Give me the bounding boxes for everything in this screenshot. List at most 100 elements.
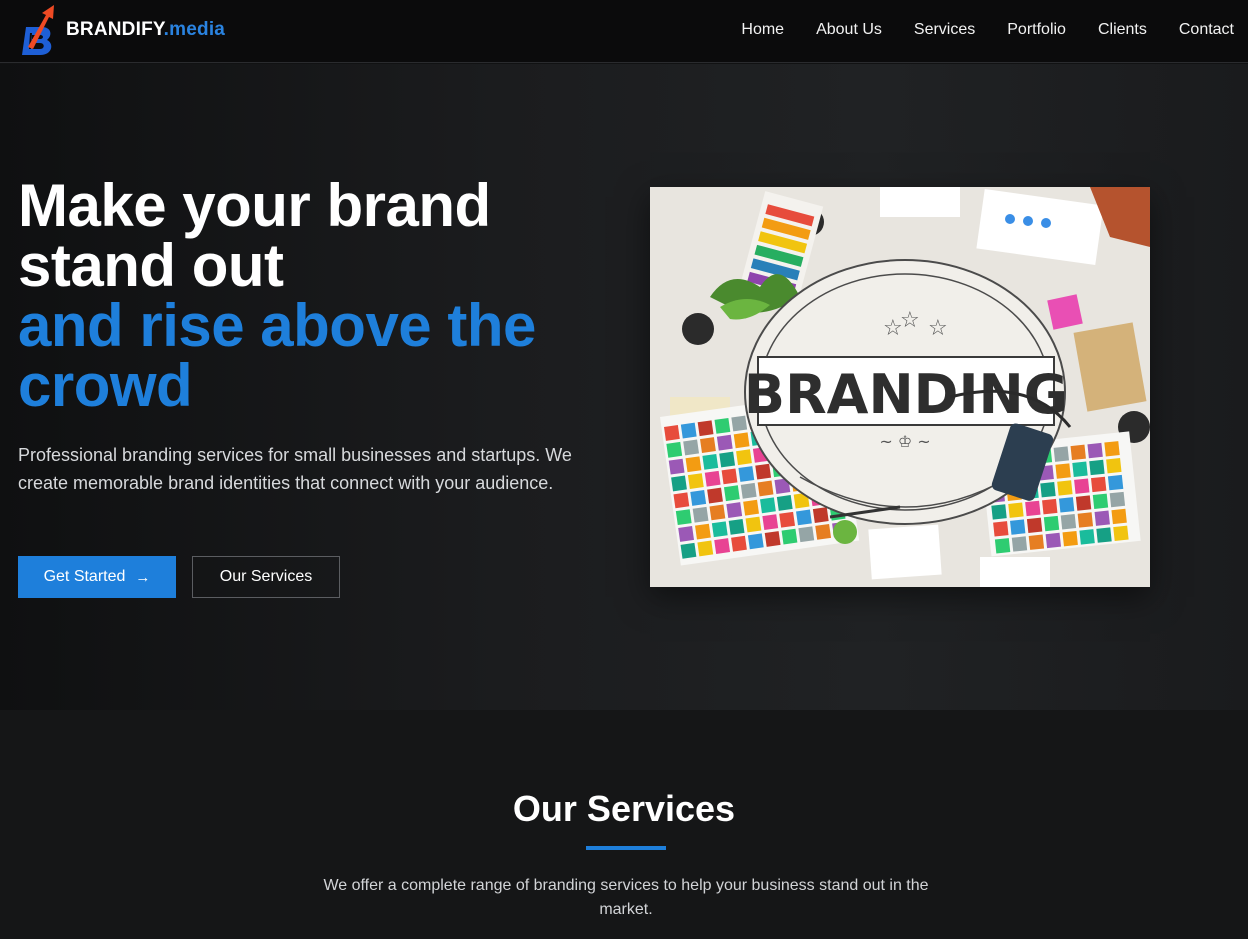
swatch-cell bbox=[733, 432, 750, 449]
nav-item-contact[interactable]: Contact bbox=[1179, 21, 1234, 39]
swatch-cell bbox=[991, 504, 1007, 520]
swatch-cell bbox=[994, 538, 1011, 554]
swatch-cell bbox=[707, 487, 723, 504]
swatch-cell bbox=[1008, 502, 1024, 518]
swatch-cell bbox=[671, 475, 687, 492]
swatch-cell bbox=[673, 492, 690, 509]
nav-item-services[interactable]: Services bbox=[914, 21, 975, 39]
swatch-cell bbox=[690, 490, 707, 506]
swatch-cell bbox=[1070, 444, 1086, 461]
hero-branding-image: ☆ ☆ ☆ BRANDING ~ ♔ ~ bbox=[650, 187, 1150, 587]
swatch-cell bbox=[721, 468, 738, 485]
swatch-cell bbox=[1011, 536, 1028, 552]
services-title-underline bbox=[586, 846, 666, 850]
swatch-cell bbox=[781, 528, 798, 545]
swatch-cell bbox=[678, 526, 695, 542]
swatch-cell bbox=[709, 504, 726, 521]
swatch-cell bbox=[815, 523, 832, 540]
swatch-cell bbox=[1106, 458, 1122, 474]
svg-text:~ ♔ ~: ~ ♔ ~ bbox=[879, 432, 930, 451]
swatch-cell bbox=[1092, 493, 1109, 509]
swatch-cell bbox=[1026, 517, 1043, 533]
swatch-cell bbox=[668, 458, 685, 475]
swatch-cell bbox=[1045, 532, 1061, 549]
brand-name[interactable]: BRANDIFY.media bbox=[66, 19, 225, 41]
swatch-cell bbox=[1060, 514, 1077, 530]
swatch-cell bbox=[1104, 441, 1120, 457]
swatch-cell bbox=[700, 437, 716, 453]
swatch-cell bbox=[745, 516, 762, 533]
swatch-cell bbox=[664, 425, 680, 441]
nav-item-about-us[interactable]: About Us bbox=[816, 21, 882, 39]
brand-name-suffix: .media bbox=[163, 19, 226, 40]
swatch-cell bbox=[747, 533, 764, 550]
swatch-cell bbox=[736, 449, 752, 466]
swatch-cell bbox=[1077, 512, 1094, 528]
swatch-cell bbox=[757, 480, 774, 497]
swatch-cell bbox=[702, 453, 719, 470]
swatch-cell bbox=[1094, 510, 1110, 526]
swatch-cell bbox=[1010, 519, 1026, 535]
swatch-cell bbox=[1074, 478, 1090, 494]
hero-title-line-2: stand out bbox=[18, 232, 284, 299]
swatch-cell bbox=[764, 531, 781, 547]
nav-item-portfolio[interactable]: Portfolio bbox=[1007, 21, 1066, 39]
branding-illustration: ☆ ☆ ☆ BRANDING ~ ♔ ~ bbox=[650, 187, 1150, 587]
swatch-cell bbox=[704, 470, 721, 487]
brandify-logo-icon[interactable] bbox=[20, 5, 56, 57]
nav-item-clients[interactable]: Clients bbox=[1098, 21, 1147, 39]
main-nav: Home About Us Services Portfolio Clients… bbox=[741, 21, 1234, 39]
swatch-cell bbox=[798, 526, 815, 543]
swatch-cell bbox=[1109, 491, 1126, 508]
swatch-cell bbox=[1058, 497, 1075, 513]
get-started-label: Get Started bbox=[43, 568, 126, 585]
swatch-cell bbox=[1028, 534, 1045, 550]
swatch-cell bbox=[1025, 500, 1041, 517]
arrow-right-icon: → bbox=[135, 568, 151, 586]
swatch-cell bbox=[719, 451, 736, 468]
swatch-cell bbox=[1062, 530, 1078, 547]
swatch-cell bbox=[731, 535, 747, 552]
swatch-cell bbox=[1057, 480, 1073, 496]
swatch-cell bbox=[697, 540, 714, 557]
swatch-cell bbox=[738, 466, 755, 482]
swatch-cell bbox=[776, 495, 793, 511]
navbar: BRANDIFY.media Home About Us Services Po… bbox=[0, 0, 1248, 63]
swatch-cell bbox=[796, 509, 812, 526]
get-started-button[interactable]: Get Started → bbox=[18, 556, 176, 598]
swatch-cell bbox=[1072, 461, 1088, 477]
svg-text:☆: ☆ bbox=[900, 308, 920, 333]
swatch-cell bbox=[697, 420, 714, 437]
swatch-cell bbox=[1113, 525, 1129, 542]
swatch-cell bbox=[1079, 529, 1095, 545]
swatch-cell bbox=[666, 441, 683, 458]
swatch-cell bbox=[685, 456, 702, 473]
swatch-cell bbox=[1089, 459, 1105, 476]
swatch-cell bbox=[714, 417, 731, 434]
nav-item-home[interactable]: Home bbox=[741, 21, 784, 39]
hero-title-line-3: and rise above the bbox=[18, 292, 536, 359]
swatch-cell bbox=[1043, 515, 1060, 532]
swatch-cell bbox=[680, 422, 697, 439]
swatch-cell bbox=[1107, 474, 1124, 491]
services-title: Our Services bbox=[512, 788, 736, 829]
swatch-cell bbox=[726, 502, 743, 518]
swatch-cell bbox=[1040, 482, 1056, 498]
swatch-cell bbox=[812, 507, 829, 523]
hero-description: Professional branding services for small… bbox=[18, 445, 572, 493]
swatch-cell bbox=[755, 463, 772, 480]
our-services-button[interactable]: Our Services bbox=[192, 556, 340, 598]
swatch-cell bbox=[692, 506, 709, 523]
swatch-cell bbox=[993, 521, 1009, 537]
swatch-cell bbox=[779, 511, 796, 528]
hero-headline: Make your brand stand out and rise above… bbox=[18, 176, 618, 416]
swatch-cell bbox=[714, 538, 731, 554]
swatch-cell bbox=[1053, 446, 1070, 462]
swatch-cell bbox=[695, 523, 711, 540]
brand-name-main: BRANDIFY bbox=[66, 19, 164, 40]
swatch-cell bbox=[760, 497, 776, 514]
hero-title-line-4: crowd bbox=[18, 352, 193, 419]
swatch-cell bbox=[1090, 476, 1107, 493]
swatch-cell bbox=[1075, 495, 1092, 511]
swatch-cell bbox=[675, 509, 692, 526]
